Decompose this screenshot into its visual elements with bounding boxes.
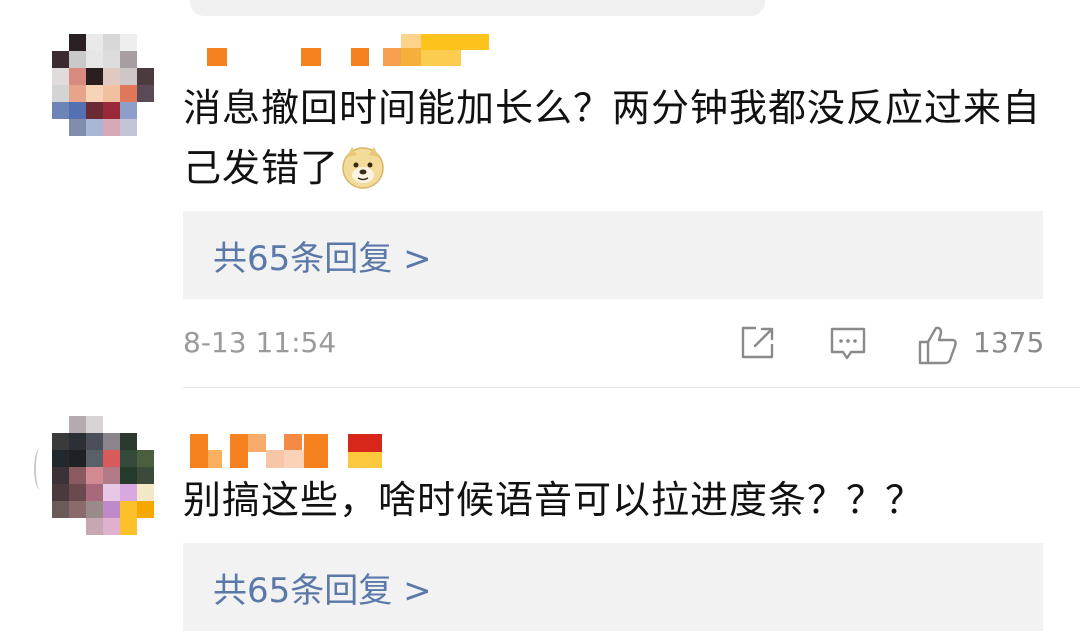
- comment-body: 消息撤回时间能加长么？两分钟我都没反应过来自己发错了: [183, 86, 1042, 190]
- username-redacted[interactable]: [190, 434, 390, 468]
- like-count: 1375: [973, 326, 1045, 359]
- comment-text: 别搞这些，啥时候语音可以拉进度条？？？: [183, 470, 1053, 530]
- view-replies-link[interactable]: 共65条回复 >: [213, 231, 432, 280]
- comment-divider: [183, 387, 1080, 388]
- avatar[interactable]: [52, 34, 154, 136]
- username-redacted[interactable]: [205, 34, 490, 66]
- view-replies-link[interactable]: 共65条回复 >: [213, 563, 432, 612]
- share-icon[interactable]: [739, 324, 777, 362]
- avatar[interactable]: [52, 416, 154, 535]
- replies-panel: 共65条回复 >: [183, 543, 1043, 631]
- replies-panel: 共65条回复 >: [183, 211, 1043, 299]
- thumbs-up-icon[interactable]: [917, 324, 959, 366]
- doge-emoji-icon: [342, 146, 384, 189]
- comment-meta-row: 8-13 11:54 1375: [183, 322, 1045, 368]
- comment-timestamp: 8-13 11:54: [183, 326, 337, 359]
- comment-body: 别搞这些，啥时候语音可以拉进度条？？？: [183, 478, 925, 522]
- edge-decoration: [34, 448, 46, 490]
- comment-text: 消息撤回时间能加长么？两分钟我都没反应过来自己发错了: [183, 78, 1053, 198]
- previous-content-card: [190, 0, 765, 16]
- comment-icon[interactable]: [829, 324, 867, 364]
